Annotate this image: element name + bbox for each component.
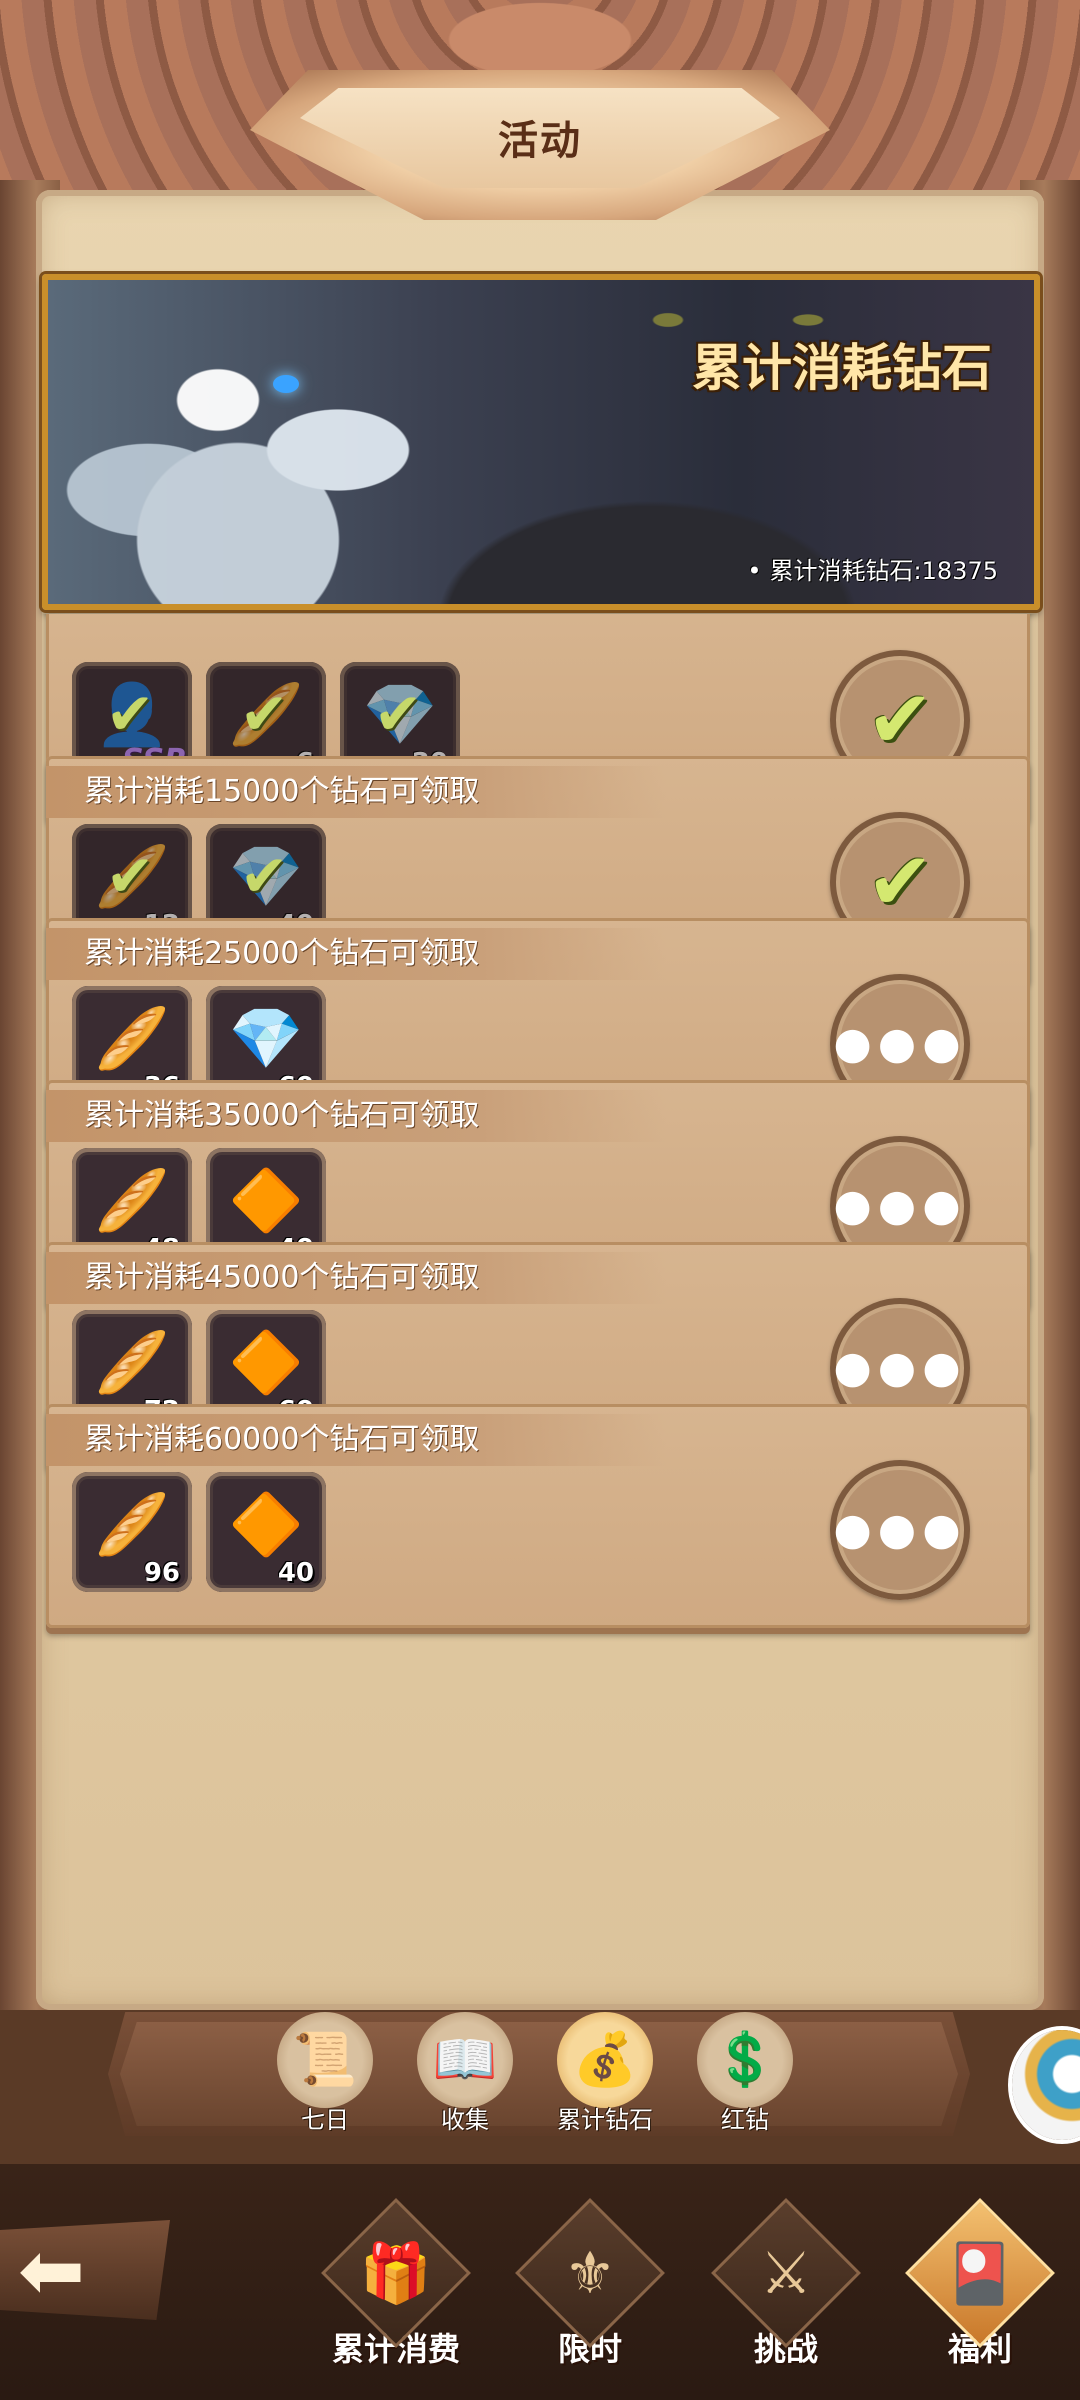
nav-tab[interactable]: ⚜ 限时 [510, 2198, 670, 2370]
money-bag-icon: 💲 [697, 2012, 793, 2108]
floating-assistant-button[interactable] [1012, 2030, 1080, 2140]
page-title: 活动 [498, 118, 582, 164]
tier-requirement-label: 累计消耗35000个钻石可领取 [46, 1090, 666, 1142]
reward-item-slot[interactable]: 🥖 96 [72, 1472, 192, 1592]
scroll-calendar-icon: 📜 [277, 2012, 373, 2108]
tier-requirement-label: 累计消耗25000个钻石可领取 [46, 928, 666, 980]
nav-tab[interactable]: ⚔ 挑战 [706, 2198, 866, 2370]
item-quantity: 96 [143, 1558, 180, 1588]
claimed-check-icon: ✔ [105, 842, 155, 910]
progress-text: 累计消耗钻石:18375 [769, 557, 998, 585]
subtab-bar-inner [120, 2022, 958, 2126]
claimed-check-icon: ✔ [105, 680, 155, 748]
claimed-check-icon: ✔ [239, 842, 289, 910]
item-quantity: 40 [277, 1558, 314, 1588]
open-book-icon: 📖 [417, 2012, 513, 2108]
tier-requirement-label: 累计消耗15000个钻石可领取 [46, 766, 666, 818]
pending-status-button[interactable]: ●●● [830, 1460, 970, 1600]
nav-tab[interactable]: 🎴 福利 [900, 2198, 1060, 2370]
subtab-label: 收集 [441, 2106, 489, 2134]
subtab-item[interactable]: 💲 红钻 [690, 2012, 800, 2144]
reward-tier-card: 累计消耗60000个钻石可领取 🥖 96 🔶 40 ●●● [46, 1404, 1030, 1628]
claimed-check-icon: ✔ [239, 680, 289, 748]
dragon-eye [273, 375, 299, 393]
tier-requirement-label: 累计消耗45000个钻石可领取 [46, 1252, 666, 1304]
bread-icon: 🥖 [94, 1004, 170, 1074]
reward-items: 🥖 96 🔶 40 [72, 1472, 326, 1592]
banner-progress: • 累计消耗钻石:18375 [747, 551, 998, 586]
ice-dragon-artwork [58, 290, 498, 604]
subtab-item[interactable]: 📖 收集 [410, 2012, 520, 2144]
reward-tier-list[interactable]: 👤SSR✔🥖6✔💎20✔✔累计消耗15000个钻石可领取🥖12✔💎40✔✔累计消… [42, 614, 1040, 1974]
gold-crystal-icon: 🔶 [228, 1166, 304, 1236]
subtab-label: 累计钻石 [557, 2106, 653, 2134]
diamond-bag-icon: 💰 [557, 2012, 653, 2108]
banner-title: 累计消耗钻石 [692, 339, 992, 397]
bread-icon: 🥖 [94, 1490, 170, 1560]
gold-crystal-icon: 🔶 [228, 1328, 304, 1398]
subtab-item[interactable]: 💰 累计钻石 [550, 2012, 660, 2144]
bread-icon: 🥖 [94, 1166, 170, 1236]
bullet-icon: • [747, 557, 762, 585]
subtab-item[interactable]: 📜 七日 [270, 2012, 380, 2144]
purple-crystal-icon: 💎 [228, 1004, 304, 1074]
bread-icon: 🥖 [94, 1328, 170, 1398]
gold-crystal-icon: 🔶 [228, 1490, 304, 1560]
event-banner: 累计消耗钻石 • 累计消耗钻石:18375 [42, 274, 1040, 610]
ellipsis-icon: ●●● [833, 1504, 967, 1555]
tier-requirement-label: 累计消耗60000个钻石可领取 [46, 1414, 666, 1466]
nav-tab[interactable]: 🎁 累计消费 [316, 2198, 476, 2370]
screen: 活动 累计消耗钻石 •累计消耗钻石:18375 👤SSR✔🥖6✔💎20✔✔累计消… [0, 0, 1080, 2400]
subtab-label: 七日 [301, 2106, 349, 2134]
claimed-check-icon: ✔ [373, 680, 423, 748]
reward-item-slot[interactable]: 🔶40 [206, 1472, 326, 1592]
back-arrow-icon: ⬅ [18, 2224, 86, 2317]
subtab-label: 红钻 [721, 2106, 769, 2134]
